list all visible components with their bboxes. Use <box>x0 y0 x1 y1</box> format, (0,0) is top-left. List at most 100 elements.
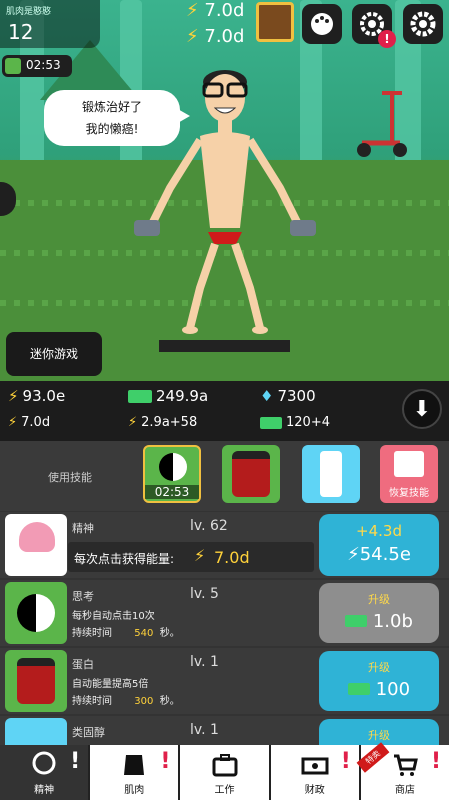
item-desc-line1: 每秒自动点击10次 <box>72 611 155 622</box>
bottom-nav: ! 精神 ! 肌肉 工作 ! 财政 特卖 ! 商店 <box>0 742 449 800</box>
item-desc: 每次点击获得能量: <box>74 552 175 566</box>
tap-icon: ⚡ <box>194 546 206 565</box>
collapse-button[interactable]: ⬇ <box>402 389 442 429</box>
cash-icon <box>347 683 370 695</box>
upgrade-cost: ⚡54.5e <box>347 544 411 565</box>
tab-label: 精神 <box>34 785 55 796</box>
video-play-icon <box>394 451 424 477</box>
energy-rate-value: 2.9a+58 <box>141 415 198 430</box>
bottle-icon <box>320 451 342 497</box>
head-brain-icon <box>32 751 56 775</box>
skill-tile-timer: 02:53 <box>145 485 199 499</box>
item-name: 蛋白 <box>72 658 94 671</box>
restore-skill-button[interactable]: 恢复技能 <box>380 445 438 503</box>
sale-badge: 特卖 <box>356 742 390 773</box>
tab-label: 肌肉 <box>124 785 145 796</box>
floor-mat <box>159 340 290 352</box>
gems-stat: ♦ 7300 <box>260 387 316 405</box>
restore-skill-label: 恢复技能 <box>389 488 429 499</box>
brain-icon <box>5 514 67 576</box>
upgrade-button[interactable]: +4.3d ⚡54.5e <box>319 514 439 576</box>
alert-badge-icon: ! <box>378 30 396 48</box>
upgrade-label: 升级 <box>368 661 390 674</box>
boost-2: ⚡ 7.0d <box>186 26 244 47</box>
lightning-icon: ⚡ <box>8 387 19 405</box>
upgrade-gain: +4.3d <box>356 522 402 540</box>
lightning-icon: ⚡ <box>186 0 199 21</box>
player-level: 12 <box>8 20 34 44</box>
upgrade-button[interactable]: 升级 1.0b <box>319 583 439 643</box>
settings-button[interactable] <box>403 4 443 44</box>
skill-timer: 02:53 <box>26 58 61 72</box>
cash-rate-stat: 120+4 <box>260 415 330 430</box>
tab-mind[interactable]: ! 精神 <box>0 745 91 800</box>
tap-stat: ⚡ 7.0d <box>8 415 50 430</box>
gems-value: 7300 <box>277 387 316 405</box>
item-name: 类固醇 <box>72 726 105 739</box>
boost-2-value: 7.0d <box>204 26 245 47</box>
item-level: lv. 1 <box>190 722 219 738</box>
upgrade-label: 升级 <box>368 729 390 742</box>
item-level: lv. 1 <box>190 654 219 670</box>
boost-1: ⚡ 7.0d <box>186 0 244 21</box>
alert-icon: ! <box>160 749 171 774</box>
item-name: 精神 <box>72 522 94 535</box>
item-desc-line2: 持续时间 540 秒。 <box>72 628 180 639</box>
cart-icon <box>393 754 418 776</box>
tap-icon: ⚡ <box>8 415 18 430</box>
list-item-mind: 精神 lv. 62 每次点击获得能量: ⚡ 7.0d +4.3d ⚡54.5e <box>0 512 449 578</box>
tab-work[interactable]: 工作 <box>180 745 271 800</box>
settings-alert-button[interactable]: ! <box>352 4 396 48</box>
boost-1-value: 7.0d <box>204 0 245 21</box>
protein-skill[interactable] <box>222 445 280 503</box>
upgrade-button[interactable]: 升级 <box>319 719 439 746</box>
tab-label: 商店 <box>394 785 415 796</box>
item-level: lv. 5 <box>190 586 219 602</box>
yin-yang-icon <box>5 582 67 644</box>
briefcase-icon <box>212 754 237 777</box>
yin-yang-icon <box>159 453 187 481</box>
yin-yang-skill[interactable]: 02:53 <box>143 445 201 503</box>
game-scene[interactable]: 肌肉是憨憨 12 02:53 ⚡ 7.0d ⚡ 7.0d ! 锻炼治好了 我的懒… <box>0 0 449 385</box>
character[interactable] <box>130 68 320 348</box>
use-skill-label: 使用技能 <box>48 471 92 484</box>
scooter-icon <box>357 91 407 157</box>
item-level: lv. 62 <box>190 518 228 534</box>
upgrade-cost: 1.0b <box>319 611 439 632</box>
upgrade-button[interactable]: 升级 100 <box>319 651 439 711</box>
cash-rate-value: 120+4 <box>286 415 330 430</box>
item-desc-line2: 持续时间 300 秒。 <box>72 696 180 707</box>
list-item-steroid: 类固醇 lv. 1 升级 <box>0 716 449 746</box>
alert-icon: ! <box>430 749 442 774</box>
energy-rate-stat: ⚡ 2.9a+58 <box>128 415 197 430</box>
item-desc-line1: 自动能量提高5倍 <box>72 679 149 690</box>
tab-label: 工作 <box>214 785 235 796</box>
mini-game-button[interactable]: 迷你游戏 <box>6 332 102 376</box>
palette-button[interactable] <box>302 4 342 44</box>
skills-bar: 使用技能 02:53 恢复技能 <box>0 441 449 511</box>
treasure-chest-icon[interactable] <box>256 2 294 42</box>
cash-clock-icon <box>260 416 282 429</box>
alert-icon: ! <box>340 749 351 774</box>
item-desc-box: 每次点击获得能量: ⚡ 7.0d <box>68 542 314 572</box>
palette-icon <box>311 13 333 35</box>
upgrade-label: 升级 <box>368 593 390 606</box>
protein-jar-icon <box>232 451 270 497</box>
cash-icon <box>128 389 152 403</box>
tab-label: 财政 <box>304 785 325 796</box>
lightning-clock-icon: ⚡ <box>128 415 138 430</box>
skill-timer-badge[interactable]: 02:53 <box>2 55 72 77</box>
level-panel: 肌肉是憨憨 12 <box>0 0 100 48</box>
tab-muscle[interactable]: ! 肌肉 <box>90 745 181 800</box>
item-name: 思考 <box>72 590 94 603</box>
tab-shop[interactable]: 特卖 ! 商店 <box>356 742 449 800</box>
stats-bar: ⚡ 93.0e 249.9a ♦ 7300 ⚡ 7.0d ⚡ 2.9a+58 1… <box>0 381 449 441</box>
water-skill[interactable] <box>302 445 360 503</box>
cash-value: 249.9a <box>156 387 209 405</box>
energy-stat: ⚡ 93.0e <box>8 387 65 405</box>
lightning-icon: ⚡ <box>186 26 199 47</box>
tab-finance[interactable]: ! 财政 <box>271 745 361 800</box>
arrow-down-icon: ⬇ <box>412 397 432 422</box>
energy-value: 93.0e <box>22 387 66 405</box>
cash-stat: 249.9a <box>128 387 208 405</box>
